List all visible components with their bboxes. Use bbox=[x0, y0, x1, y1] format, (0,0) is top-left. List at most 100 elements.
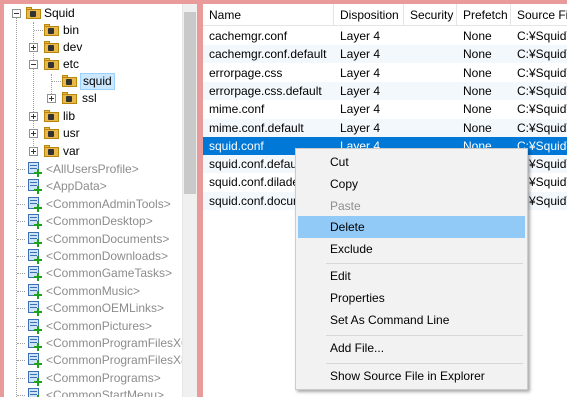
tree-item-profile[interactable]: <CommonDesktop> bbox=[4, 213, 182, 230]
tree-item-label: var bbox=[63, 144, 80, 158]
expand-toggle-icon[interactable] bbox=[29, 129, 38, 138]
tree-item-usr[interactable]: usr bbox=[4, 125, 182, 142]
tree-scroll-thumb[interactable] bbox=[184, 12, 196, 194]
profile-folder-icon bbox=[26, 318, 42, 334]
cell-source: C:¥Squid¥etc¥squid¥mime.conf bbox=[517, 102, 567, 117]
folder-icon bbox=[62, 92, 77, 104]
menu-item-cut[interactable]: Cut bbox=[298, 151, 525, 173]
expand-toggle-icon[interactable] bbox=[29, 147, 38, 156]
column-header-source-file[interactable]: Source File bbox=[511, 4, 567, 26]
tree-item-profile[interactable]: <CommonStartMenu> bbox=[4, 387, 182, 397]
profile-folder-icon bbox=[26, 266, 42, 282]
profile-folder-icon bbox=[26, 388, 42, 397]
column-header-name[interactable]: Name bbox=[203, 4, 334, 26]
tree-item-profile[interactable]: <CommonProgramFilesX86> bbox=[4, 352, 197, 369]
tree-item-profile[interactable]: <AppData> bbox=[4, 178, 182, 195]
collapse-toggle-icon[interactable] bbox=[12, 9, 21, 18]
menu-item-properties[interactable]: Properties bbox=[298, 287, 525, 309]
tree-item-profile[interactable]: <AllUsersProfile> bbox=[4, 161, 182, 178]
cell-name: mime.conf.default bbox=[209, 120, 304, 135]
tree-item-label: <CommonStartMenu> bbox=[46, 388, 165, 397]
menu-item-delete[interactable]: Delete bbox=[298, 216, 525, 238]
menu-item-edit[interactable]: Edit bbox=[298, 265, 525, 287]
tree-item-profile[interactable]: <CommonDocuments> bbox=[4, 231, 182, 248]
folder-icon bbox=[44, 110, 59, 122]
tree-item-lib[interactable]: lib bbox=[4, 108, 182, 125]
cell-prefetch: None bbox=[463, 47, 492, 62]
cell-prefetch: None bbox=[463, 120, 492, 135]
tree-item-var[interactable]: var bbox=[4, 143, 182, 160]
cell-name: cachemgr.conf bbox=[209, 29, 288, 43]
tree-item-etc[interactable]: etc bbox=[4, 56, 182, 73]
column-header-disposition[interactable]: Disposition bbox=[334, 4, 404, 26]
tree-item-label: <CommonMusic> bbox=[46, 283, 141, 298]
cell-name: errorpage.css.default bbox=[209, 83, 322, 98]
menu-separator bbox=[326, 335, 523, 336]
menu-item-set-as-command-line[interactable]: Set As Command Line bbox=[298, 309, 525, 331]
table-row[interactable]: cachemgr.conf.default Layer 4 None C:¥Squid… bbox=[203, 45, 567, 64]
folder-tree[interactable]: Squid bin dev etc squid ssl lib usr var … bbox=[4, 4, 197, 397]
tree-item-label: <CommonProgramFilesX86> bbox=[46, 353, 197, 368]
tree-scrollbar[interactable] bbox=[182, 4, 197, 397]
tree-item-label: <CommonDesktop> bbox=[46, 214, 153, 229]
tree-item-profile[interactable]: <CommonProgramFilesX64> bbox=[4, 335, 197, 352]
tree-item-profile[interactable]: <CommonGameTasks> bbox=[4, 265, 182, 282]
collapse-toggle-icon[interactable] bbox=[29, 60, 38, 69]
folder-icon bbox=[44, 41, 59, 53]
menu-item-show-source-file[interactable]: Show Source File in Explorer bbox=[298, 365, 525, 387]
expand-toggle-icon[interactable] bbox=[29, 43, 38, 52]
tree-item-profile[interactable]: <CommonMusic> bbox=[4, 283, 182, 300]
tree-item-profile[interactable]: <CommonOEMLinks> bbox=[4, 300, 182, 317]
cell-source: C:¥Squid¥etc¥squid¥errorpage.css.default bbox=[517, 83, 567, 98]
menu-item-add-file[interactable]: Add File... bbox=[298, 337, 525, 359]
column-header-security[interactable]: Security bbox=[404, 4, 457, 26]
tree-item-profile[interactable]: <CommonDownloads> bbox=[4, 248, 182, 265]
folder-icon bbox=[44, 145, 59, 157]
tree-item-dev[interactable]: dev bbox=[4, 39, 182, 56]
cell-source: C:¥Squid¥etc¥squid¥cachemgr.conf bbox=[517, 29, 567, 43]
tree-item-profile[interactable]: <CommonAdminTools> bbox=[4, 196, 182, 213]
cell-prefetch: None bbox=[463, 65, 492, 80]
tree-item-ssl[interactable]: ssl bbox=[4, 90, 182, 107]
tree-item-label: usr bbox=[63, 126, 80, 140]
profile-folder-icon bbox=[26, 162, 42, 177]
column-header-prefetch[interactable]: Prefetch bbox=[457, 4, 511, 26]
tree-item-squid[interactable]: squid bbox=[4, 73, 182, 90]
profile-folder-icon bbox=[26, 249, 42, 264]
tree-item-profile[interactable]: <CommonPrograms> bbox=[4, 370, 182, 387]
cell-name: errorpage.css bbox=[209, 65, 283, 80]
table-row[interactable]: errorpage.css.default Layer 4 None C:¥Squid… bbox=[203, 81, 567, 100]
expand-toggle-icon[interactable] bbox=[47, 94, 56, 103]
table-row[interactable]: cachemgr.conf Layer 4 None C:¥Squid¥etc¥squ… bbox=[203, 27, 567, 45]
profile-folder-icon bbox=[26, 301, 42, 317]
expand-toggle-icon[interactable] bbox=[29, 112, 38, 121]
tree-item-label: <CommonPrograms> bbox=[46, 370, 161, 385]
tree-item-bin[interactable]: bin bbox=[4, 22, 182, 39]
tree-item-label: lib bbox=[63, 109, 76, 123]
cell-disposition: Layer 4 bbox=[340, 102, 381, 117]
table-row[interactable]: errorpage.css Layer 4 None C:¥Squid¥etc¥squ… bbox=[203, 64, 567, 82]
tree-item-label: dev bbox=[63, 40, 83, 54]
tree-item-label: <CommonDocuments> bbox=[46, 231, 170, 246]
folder-icon bbox=[44, 24, 59, 36]
cell-disposition: Layer 4 bbox=[340, 65, 381, 80]
menu-item-exclude[interactable]: Exclude bbox=[298, 238, 525, 260]
tree-item-label: <CommonAdminTools> bbox=[46, 196, 171, 211]
table-row[interactable]: mime.conf.default Layer 4 None C:¥Squid¥etc… bbox=[203, 118, 567, 137]
profile-folder-icon bbox=[26, 231, 42, 247]
tree-item-label: Squid bbox=[44, 6, 75, 20]
menu-separator bbox=[326, 263, 523, 264]
table-row[interactable]: mime.conf Layer 4 None C:¥Squid¥etc¥squid¥m… bbox=[203, 100, 567, 118]
tree-item-profile[interactable]: <CommonPictures> bbox=[4, 318, 182, 335]
cell-source: C:¥Squid¥etc¥squid¥mime.conf.default bbox=[517, 120, 567, 135]
tree-item-label: <CommonProgramFilesX64> bbox=[46, 336, 197, 350]
folder-icon bbox=[62, 75, 77, 87]
profile-folder-icon bbox=[26, 353, 42, 369]
menu-item-paste: Paste bbox=[330, 199, 361, 213]
tree-item-squid-root[interactable]: Squid bbox=[4, 5, 182, 22]
profile-folder-icon bbox=[26, 336, 42, 351]
tree-item-label: ssl bbox=[82, 91, 97, 105]
menu-item-copy[interactable]: Copy bbox=[298, 173, 525, 195]
tree-item-label: bin bbox=[63, 23, 80, 37]
cell-disposition: Layer 4 bbox=[340, 29, 381, 43]
